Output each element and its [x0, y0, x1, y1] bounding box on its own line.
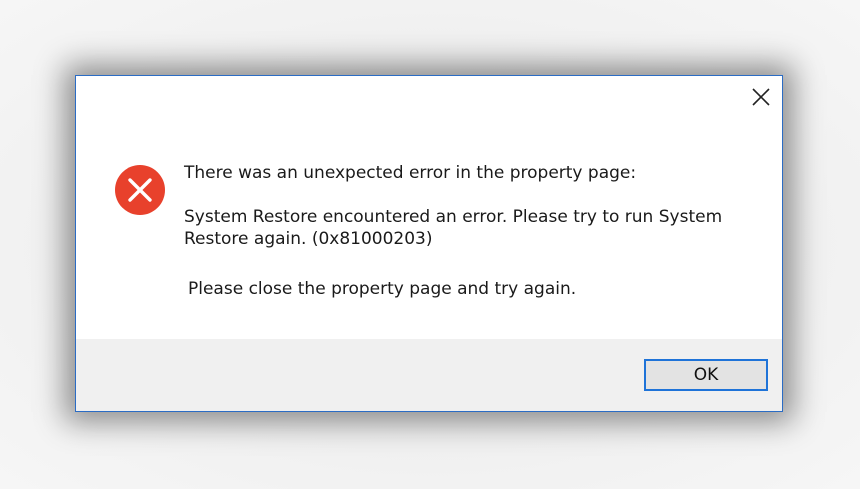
dialog-footer: OK — [76, 339, 782, 411]
error-dialog: There was an unexpected error in the pro… — [75, 75, 783, 412]
close-icon — [751, 87, 771, 107]
message-area: There was an unexpected error in the pro… — [184, 162, 764, 300]
close-button[interactable] — [748, 84, 774, 110]
ok-button[interactable]: OK — [644, 359, 768, 391]
message-detail: System Restore encountered an error. Ple… — [184, 207, 723, 249]
message-instruction: Please close the property page and try a… — [188, 279, 577, 299]
message-heading: There was an unexpected error in the pro… — [184, 163, 637, 183]
error-icon — [114, 164, 166, 216]
